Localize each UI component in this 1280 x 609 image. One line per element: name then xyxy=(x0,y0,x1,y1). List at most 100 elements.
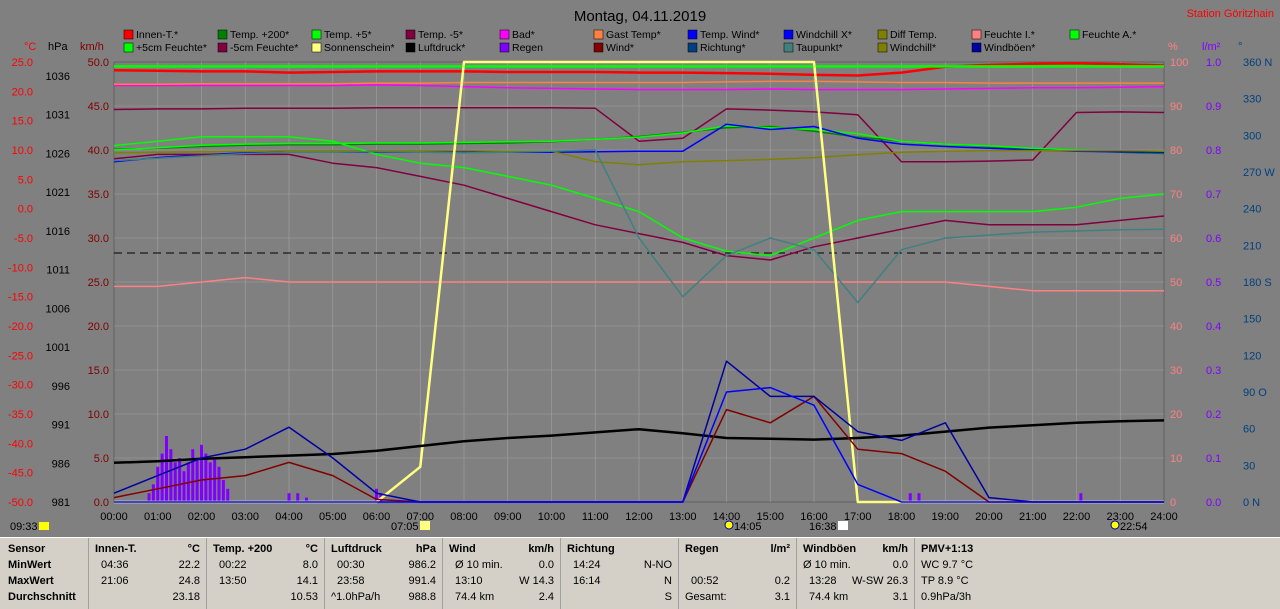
unit-celsius: °C xyxy=(24,41,36,53)
tick-label-hour: 04:00 xyxy=(275,511,303,523)
tick-label-percent: 70 xyxy=(1170,189,1182,201)
legend-label: Regen xyxy=(512,42,543,54)
legend-swatch xyxy=(311,29,322,40)
stats-value: TP 8.9 °C xyxy=(921,575,969,587)
tick-label-kmh: 20.0 xyxy=(88,321,109,333)
rain-bar xyxy=(156,466,160,502)
stats-row-avg: Durchschnitt xyxy=(8,591,76,603)
tick-label-hpa: 986 xyxy=(52,458,70,470)
stats-header: Luftdruck xyxy=(331,543,382,555)
tick-label-degree: 60 xyxy=(1243,424,1255,436)
tick-label-rain: 0.0 xyxy=(1206,497,1221,509)
legend-swatch xyxy=(217,29,228,40)
tick-label-temp: -5.0 xyxy=(14,233,33,245)
tick-label-hour: 05:00 xyxy=(319,511,347,523)
marker-moon-time: 14:05 xyxy=(734,521,762,533)
legend-swatch xyxy=(783,42,794,53)
stats-time: Ø 10 min. xyxy=(803,559,851,571)
tick-label-hpa: 1036 xyxy=(46,71,70,83)
legend-swatch xyxy=(877,29,888,40)
stats-row-max: MaxWert xyxy=(8,575,54,587)
stats-value: W 14.3 xyxy=(519,575,554,587)
left-axes: 25.0 20.0 15.0 10.0 5.0 0.0 -5.0 -10.0 -15.0 -20.… xyxy=(8,57,109,509)
rain-bar xyxy=(908,493,912,502)
tick-label-degree: 0 N xyxy=(1243,497,1260,509)
stats-temp200: Temp. +200 °C 00:22 8.0 13:50 14.1 10.53 xyxy=(206,538,324,609)
x-axis: 00:00 01:00 02:00 03:00 04:00 05:00 06:00 07:00… xyxy=(100,511,1178,523)
legend-label: Diff Temp. xyxy=(890,29,937,41)
rain-bar xyxy=(1079,493,1083,502)
stats-regen: Regen l/m² 00:52 0.2 Gesamt: 3.1 xyxy=(678,538,796,609)
rain-bar xyxy=(287,493,291,502)
tick-label-degree: 120 xyxy=(1243,350,1261,362)
stats-value: 23.18 xyxy=(172,591,200,603)
stats-time: Ø 10 min. xyxy=(455,559,503,571)
legend-swatch xyxy=(405,29,416,40)
rain-bar xyxy=(217,466,221,502)
tick-label-kmh: 30.0 xyxy=(88,233,109,245)
moon-set-icon xyxy=(1110,520,1120,530)
stats-sensor-header: Sensor xyxy=(8,543,46,555)
stats-time: 13:50 xyxy=(219,575,247,587)
stats-value: 14.1 xyxy=(296,575,318,587)
tick-label-hour: 20:00 xyxy=(975,511,1003,523)
tick-label-rain: 0.7 xyxy=(1206,189,1221,201)
tick-label-rain: 0.3 xyxy=(1206,365,1221,377)
tick-label-percent: 20 xyxy=(1170,409,1182,421)
tick-label-hour: 03:00 xyxy=(231,511,259,523)
chart-title: Montag, 04.11.2019 xyxy=(574,8,706,25)
stats-value: 0.0 xyxy=(892,559,908,571)
rain-bar xyxy=(208,462,212,502)
tick-label-kmh: 0.0 xyxy=(94,497,109,509)
marker-start-time: 09:33 xyxy=(10,521,38,533)
stats-time: 04:36 xyxy=(101,559,129,571)
legend-label: -5cm Feuchte* xyxy=(230,42,298,54)
stats-wind: Wind km/h Ø 10 min. 0.0 13:10 W 14.3 74.4 k… xyxy=(442,538,560,609)
rain-bar xyxy=(917,493,921,502)
stats-value: 0.0 xyxy=(538,559,554,571)
legend-swatch xyxy=(593,29,604,40)
tick-label-hour: 06:00 xyxy=(363,511,391,523)
stats-value: 988.8 xyxy=(408,591,436,603)
tick-label-hpa: 1011 xyxy=(46,265,70,277)
unit-hpa: hPa xyxy=(48,41,68,53)
tick-label-hpa: 1026 xyxy=(46,148,70,160)
legend-label: Taupunkt* xyxy=(796,42,843,54)
stats-time: 13:10 xyxy=(455,575,483,587)
stats-value: 10.53 xyxy=(290,591,318,603)
tick-label-hour: 18:00 xyxy=(888,511,916,523)
stats-time: 23:58 xyxy=(337,575,365,587)
tick-label-hour: 11:00 xyxy=(582,511,609,523)
tick-label-hour: 17:00 xyxy=(844,511,872,523)
legend-label: Temp. -5* xyxy=(418,29,463,41)
rain-bar xyxy=(165,436,168,502)
tick-label-temp: 5.0 xyxy=(18,174,33,186)
legend-label: Innen-T.* xyxy=(136,29,178,41)
tick-label-temp: 10.0 xyxy=(12,145,33,157)
tick-label-kmh: 50.0 xyxy=(88,57,109,69)
stats-header: Wind xyxy=(449,543,476,555)
legend-label: +5cm Feuchte* xyxy=(136,42,207,54)
tick-label-hpa: 1021 xyxy=(46,187,70,199)
sunset-icon xyxy=(838,521,848,530)
statistics-panel: Sensor MinWert MaxWert Durchschnitt Inne… xyxy=(0,537,1280,609)
tick-label-percent: 80 xyxy=(1170,145,1182,157)
tick-label-degree: 360 N xyxy=(1243,57,1272,69)
rain-bar xyxy=(200,444,203,502)
unit-percent: % xyxy=(1168,41,1178,53)
weather-chart: 25.0 20.0 15.0 10.0 5.0 0.0 -5.0 -10.0 -15.0 -20.… xyxy=(8,8,1275,533)
legend-swatch xyxy=(687,29,698,40)
tick-label-temp: -35.0 xyxy=(8,409,33,421)
tick-label-percent: 0 xyxy=(1170,497,1176,509)
tick-label-hour: 00:00 xyxy=(100,511,128,523)
tick-label-hpa: 1001 xyxy=(46,342,70,354)
stats-value: 24.8 xyxy=(178,575,200,587)
legend-swatch xyxy=(123,42,134,53)
marker-sunrise-time: 07:05 xyxy=(391,521,419,533)
legend-label: Luftdruck* xyxy=(418,42,465,54)
tick-label-temp: -20.0 xyxy=(8,321,33,333)
stats-unit: l/m² xyxy=(770,543,790,555)
tick-label-temp: -40.0 xyxy=(8,438,33,450)
tick-label-percent: 90 xyxy=(1170,101,1182,113)
tick-label-degree: 330 xyxy=(1243,94,1261,106)
